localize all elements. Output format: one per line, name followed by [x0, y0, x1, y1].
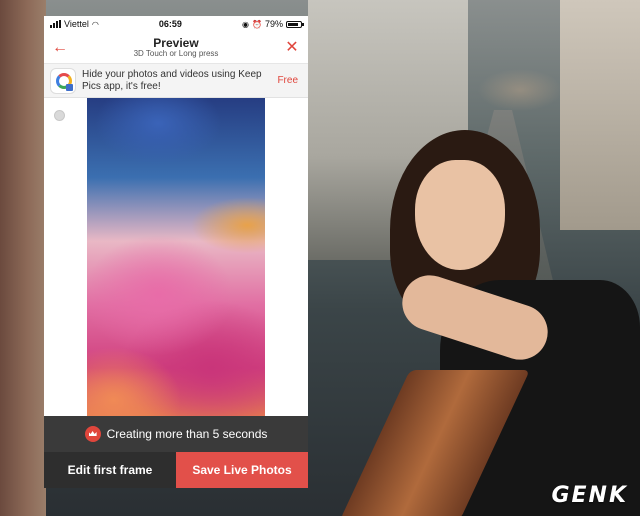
background-building-left: [0, 0, 46, 516]
wifi-icon: ◠: [91, 19, 99, 29]
page-subtitle: 3D Touch or Long press: [133, 48, 219, 58]
promo-free-link[interactable]: Free: [277, 75, 302, 86]
preview-area: [44, 98, 308, 416]
alarm-icon: ⏰: [252, 19, 262, 29]
duration-warning-bar: Creating more than 5 seconds: [44, 416, 308, 452]
action-row: Edit first frame Save Live Photos: [44, 452, 308, 488]
back-arrow-icon[interactable]: ←: [50, 38, 70, 58]
status-bar: Viettel ◠ 06:59 ◉ ⏰ 79%: [44, 16, 308, 32]
promo-text: Hide your photos and videos using Keep P…: [82, 68, 262, 92]
watermark-logo: GENK: [551, 483, 628, 508]
save-live-photos-button[interactable]: Save Live Photos: [176, 452, 308, 488]
crown-icon: [84, 426, 101, 442]
battery-percent: 79%: [264, 19, 283, 29]
location-icon: ◉: [242, 19, 250, 29]
background-building-far: [560, 0, 640, 230]
live-photo-preview[interactable]: [87, 98, 265, 416]
nav-bar: ← Preview 3D Touch or Long press ✕: [44, 32, 308, 64]
promo-banner[interactable]: Hide your photos and videos using Keep P…: [44, 64, 308, 98]
keep-pics-app-icon: [50, 67, 76, 94]
phone-screen: Viettel ◠ 06:59 ◉ ⏰ 79% ← Preview 3D Tou…: [44, 16, 308, 488]
close-icon[interactable]: ✕: [282, 38, 302, 58]
select-radio-icon[interactable]: [54, 110, 65, 121]
page-title: Preview: [153, 35, 199, 50]
battery-icon: [286, 20, 304, 28]
duration-warning-text: Creating more than 5 seconds: [106, 427, 268, 441]
carrier-label: Viettel: [64, 19, 89, 29]
edit-first-frame-button[interactable]: Edit first frame: [44, 452, 176, 488]
status-time: 06:59: [158, 19, 182, 29]
signal-icon: [50, 20, 61, 28]
background-person-face: [415, 160, 505, 270]
